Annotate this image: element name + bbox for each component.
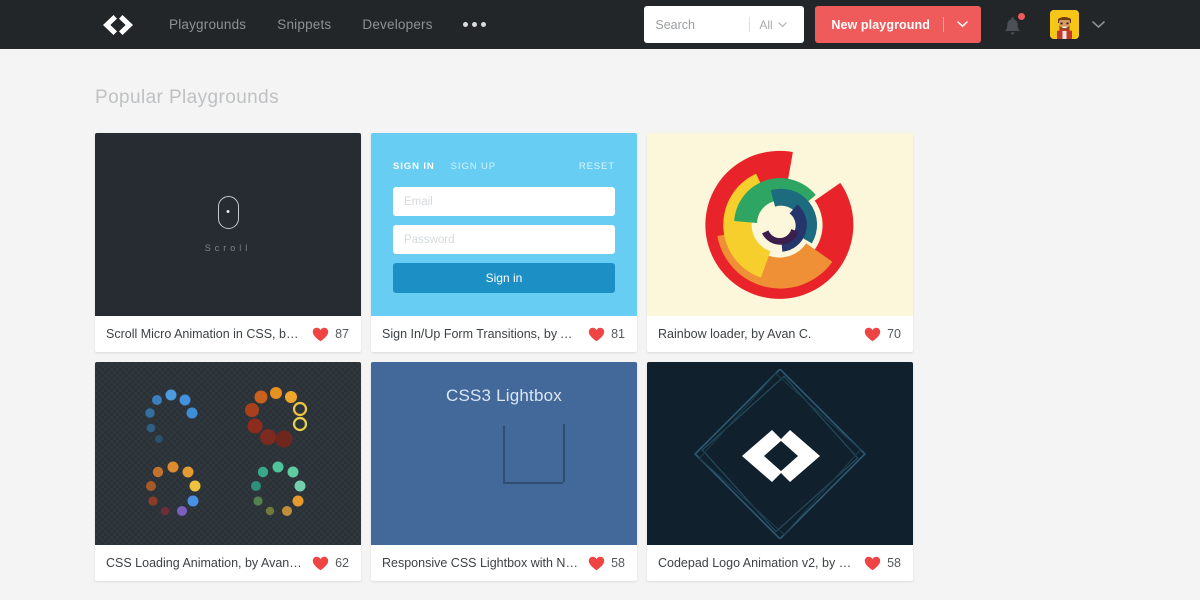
like-button[interactable]: 62 xyxy=(312,556,349,571)
top-navbar: Playgrounds Snippets Developers All New … xyxy=(0,0,1200,49)
card-title: Responsive CSS Lightbox with No JavaS... xyxy=(382,556,580,570)
chevron-down-icon xyxy=(778,21,787,27)
notifications-button[interactable] xyxy=(1003,12,1025,37)
card-title: Codepad Logo Animation v2, by Raul xyxy=(658,556,857,570)
card-thumbnail-scroll: Scroll xyxy=(95,133,361,316)
card-footer: Rainbow loader, by Avan C. 70 xyxy=(647,316,913,352)
card-footer: Codepad Logo Animation v2, by Raul 58 xyxy=(647,545,913,581)
tab-sign-in[interactable]: SIGN IN xyxy=(393,161,435,172)
rainbow-loader-icon xyxy=(705,150,854,299)
new-playground-dropdown[interactable] xyxy=(944,21,981,28)
heart-icon xyxy=(312,556,329,570)
like-button[interactable]: 81 xyxy=(588,327,625,342)
search-input[interactable] xyxy=(655,17,748,32)
like-count: 70 xyxy=(887,327,901,341)
card-title: Scroll Micro Animation in CSS, by Avan C… xyxy=(106,327,304,341)
like-count: 81 xyxy=(611,327,625,341)
tab-reset[interactable]: RESET xyxy=(579,161,615,172)
card-thumbnail-logo xyxy=(647,362,913,545)
signin-tabs: SIGN IN SIGN UP RESET xyxy=(393,161,615,172)
like-count: 87 xyxy=(335,327,349,341)
like-count: 58 xyxy=(887,556,901,570)
playground-grid: Scroll Scroll Micro Animation in CSS, by… xyxy=(95,133,1105,581)
codepad-logo-animation-icon xyxy=(694,368,866,539)
card-thumbnail-rainbow xyxy=(647,133,913,316)
card-footer: CSS Loading Animation, by Avan C. 62 xyxy=(95,545,361,581)
heart-icon xyxy=(588,327,605,341)
heart-icon xyxy=(312,327,329,341)
user-avatar[interactable] xyxy=(1050,10,1079,39)
like-button[interactable]: 70 xyxy=(864,327,901,342)
like-button[interactable]: 58 xyxy=(864,556,901,571)
playground-card[interactable]: Rainbow loader, by Avan C. 70 xyxy=(647,133,913,352)
search-filter-label: All xyxy=(759,17,773,32)
card-thumbnail-lightbox: CSS3 Lightbox xyxy=(371,362,637,545)
navbar-right-cluster: All New playground xyxy=(644,6,1105,43)
heart-icon xyxy=(588,556,605,570)
lightbox-corner-bracket xyxy=(503,426,563,484)
search-filter-dropdown[interactable]: All xyxy=(759,17,787,32)
email-field[interactable] xyxy=(393,187,615,216)
nav-link-developers[interactable]: Developers xyxy=(362,17,432,32)
card-footer: Scroll Micro Animation in CSS, by Avan C… xyxy=(95,316,361,352)
dot-spinners-icon xyxy=(145,386,308,516)
card-thumbnail-loading-dots xyxy=(95,362,361,545)
new-playground-label: New playground xyxy=(831,17,930,32)
lightbox-corner-edge xyxy=(563,424,565,482)
like-button[interactable]: 58 xyxy=(588,556,625,571)
mouse-icon xyxy=(217,196,239,229)
playground-card[interactable]: SIGN IN SIGN UP RESET Sign in Sign In/Up… xyxy=(371,133,637,352)
card-title: Rainbow loader, by Avan C. xyxy=(658,327,812,341)
card-title: CSS Loading Animation, by Avan C. xyxy=(106,556,305,570)
playground-card[interactable]: Codepad Logo Animation v2, by Raul 58 xyxy=(647,362,913,581)
nav-link-snippets[interactable]: Snippets xyxy=(277,17,331,32)
page-content: Popular Playgrounds Scroll Scroll Micro … xyxy=(95,49,1105,581)
tab-sign-up[interactable]: SIGN UP xyxy=(451,161,496,172)
nav-link-playgrounds[interactable]: Playgrounds xyxy=(169,17,246,32)
page-title: Popular Playgrounds xyxy=(95,87,279,108)
ellipsis-icon[interactable] xyxy=(462,22,486,27)
playground-card[interactable]: CSS3 Lightbox Responsive CSS Lightbox wi… xyxy=(371,362,637,581)
heart-icon xyxy=(864,556,881,570)
search-divider xyxy=(749,17,751,32)
password-field[interactable] xyxy=(393,225,615,254)
notification-badge xyxy=(1018,12,1025,20)
playground-card[interactable]: Scroll Scroll Micro Animation in CSS, by… xyxy=(95,133,361,352)
sign-in-button[interactable]: Sign in xyxy=(393,263,615,293)
primary-nav: Playgrounds Snippets Developers xyxy=(169,17,433,32)
like-button[interactable]: 87 xyxy=(312,327,349,342)
like-count: 58 xyxy=(611,556,625,570)
new-playground-button[interactable]: New playground xyxy=(815,6,981,43)
card-thumbnail-signin: SIGN IN SIGN UP RESET Sign in xyxy=(371,133,637,316)
playground-card[interactable]: CSS Loading Animation, by Avan C. 62 xyxy=(95,362,361,581)
like-count: 62 xyxy=(335,556,349,570)
card-footer: Sign In/Up Form Transitions, by Avan C. … xyxy=(371,316,637,352)
user-menu-dropdown[interactable] xyxy=(1092,20,1105,29)
chevron-down-icon xyxy=(957,21,968,28)
search-box[interactable]: All xyxy=(644,6,805,43)
card-footer: Responsive CSS Lightbox with No JavaS...… xyxy=(371,545,637,581)
heart-icon xyxy=(864,327,881,341)
lightbox-heading: CSS3 Lightbox xyxy=(445,386,562,405)
scroll-label: Scroll xyxy=(204,243,252,253)
card-title: Sign In/Up Form Transitions, by Avan C. xyxy=(382,327,580,341)
chevron-down-icon xyxy=(1092,20,1105,28)
codepad-logo-icon[interactable] xyxy=(95,10,141,40)
